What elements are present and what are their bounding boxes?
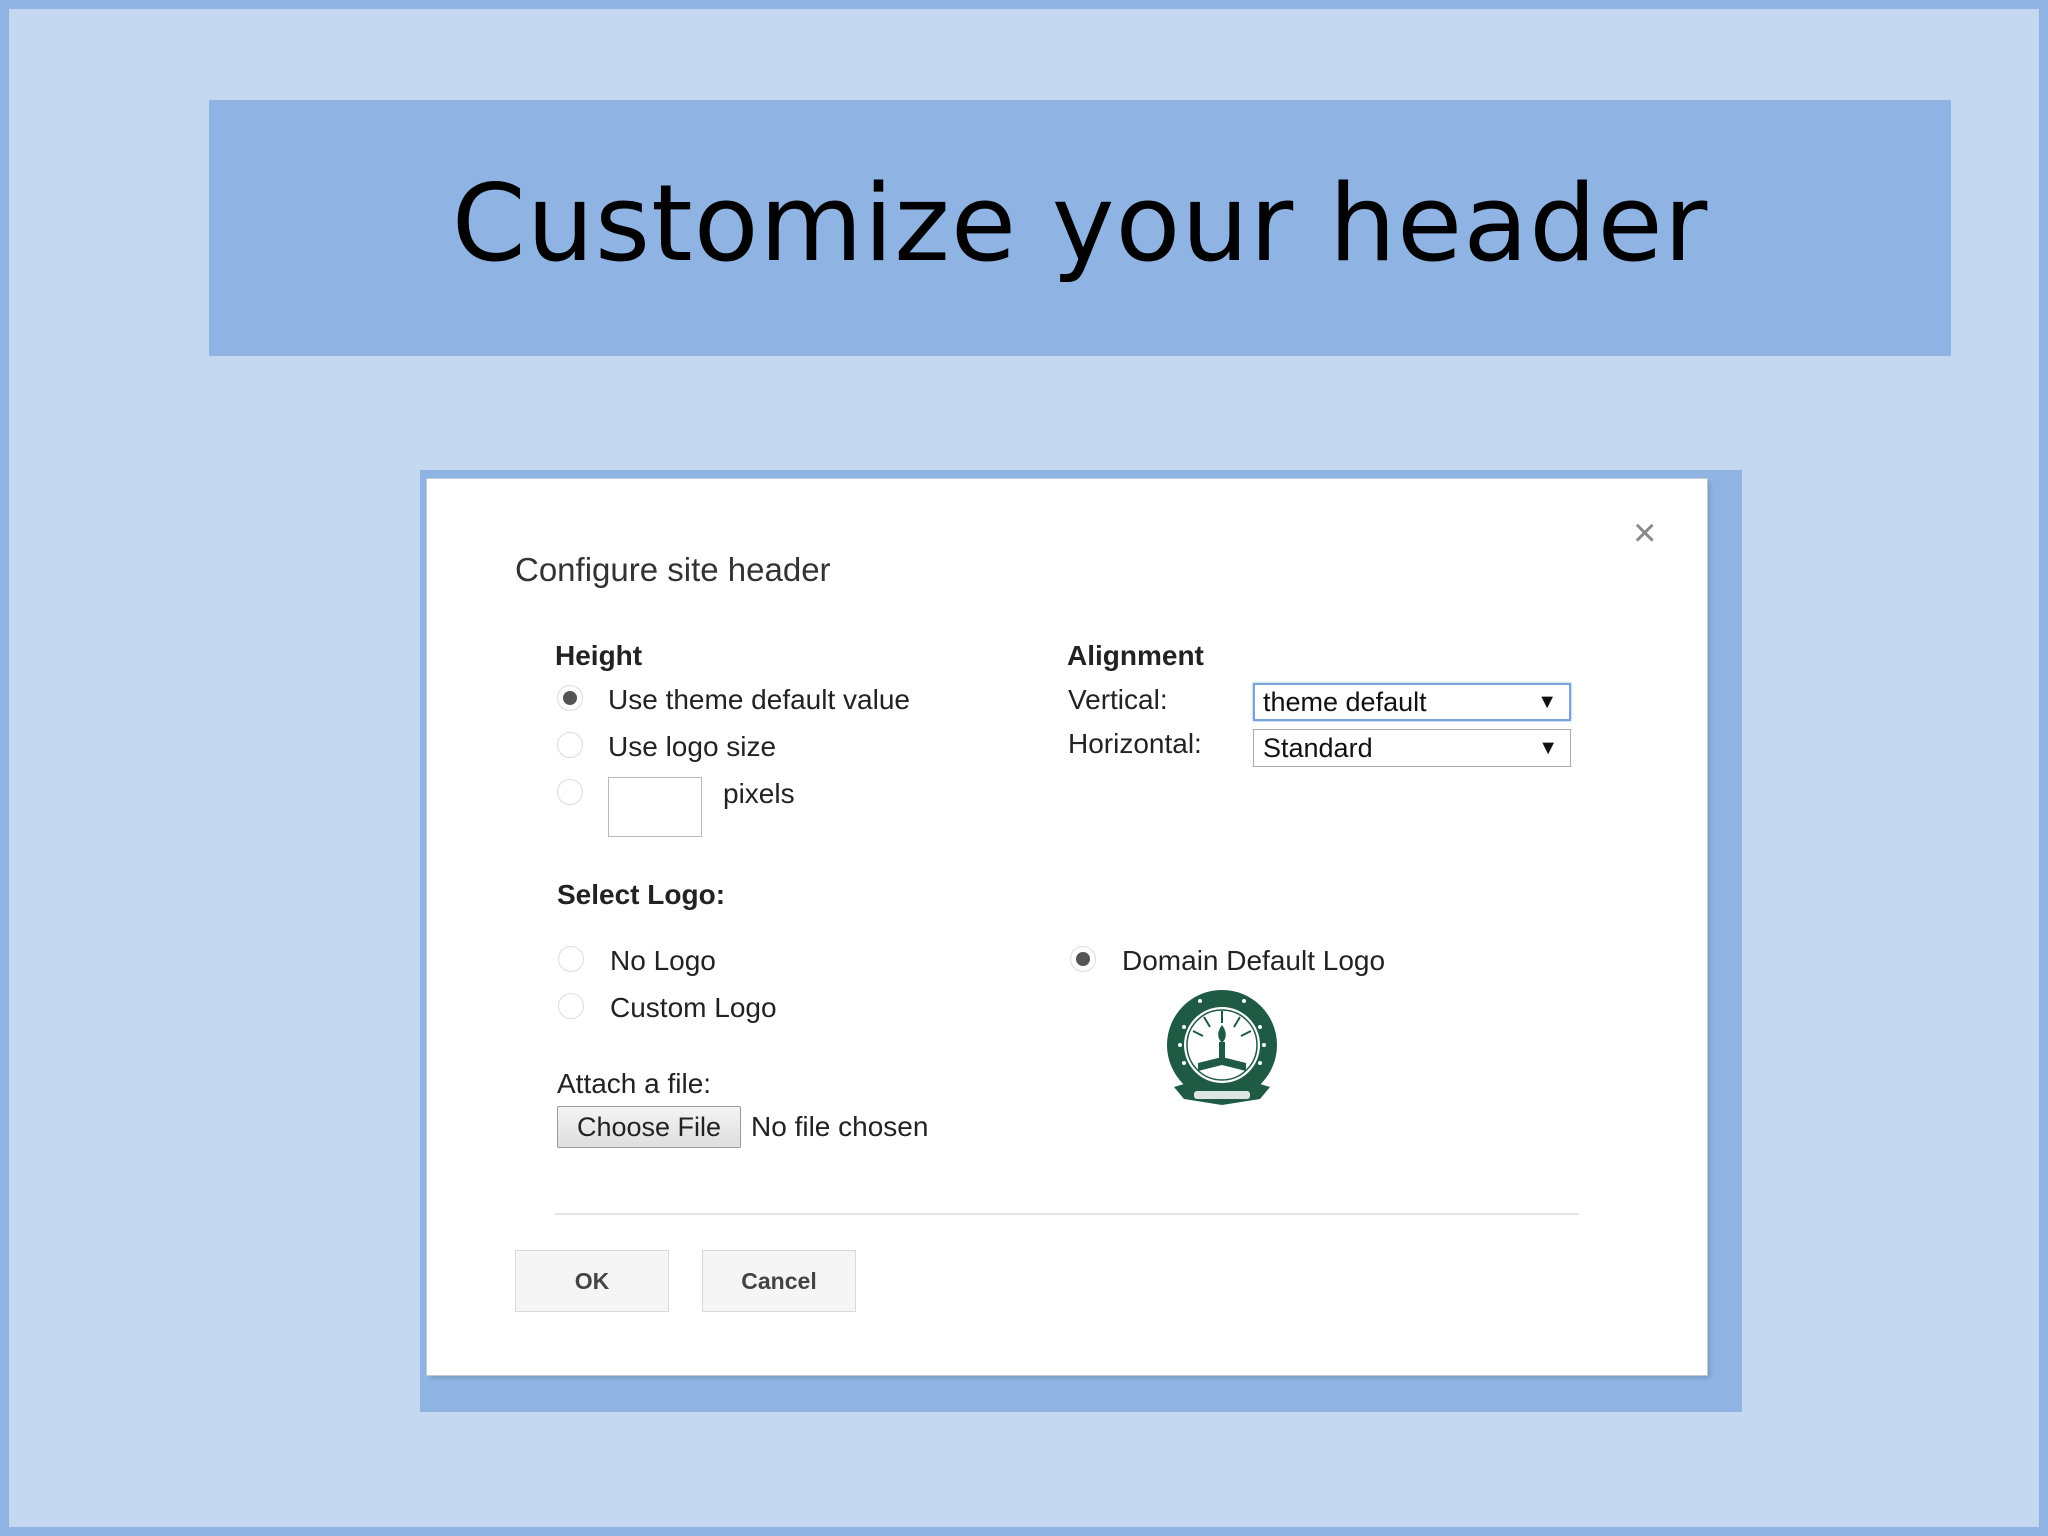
custom-logo-label: Custom Logo [610,992,777,1023]
close-icon[interactable]: × [1633,511,1656,556]
dialog-divider [555,1213,1579,1215]
height-logo-size-label: Use logo size [608,731,777,762]
domain-default-logo-radio[interactable] [1070,946,1096,972]
domain-default-logo-label: Domain Default Logo [1122,945,1386,976]
cancel-button[interactable]: Cancel [702,1250,856,1312]
slide-title: Customize your header [451,161,1709,285]
no-logo-label: No Logo [610,945,716,976]
dialog-title: Configure site header [515,551,831,588]
vertical-label: Vertical: [1068,684,1168,715]
attach-file-label: Attach a file: [557,1068,712,1099]
height-heading: Height [555,640,643,671]
select-logo-heading: Select Logo: [557,879,726,910]
configure-header-dialog: Configure site header × Height Use theme… [427,479,1707,1375]
height-theme-default-label: Use theme default value [608,684,910,715]
height-theme-default-radio[interactable] [557,685,583,711]
vertical-select-value: theme default [1263,687,1427,717]
horizontal-label: Horizontal: [1068,728,1202,759]
chevron-down-icon: ▼ [1537,691,1557,713]
ok-button[interactable]: OK [515,1250,669,1312]
school-logo-emblem [1167,990,1277,1105]
title-band: Customize your header [209,100,1951,356]
vertical-select[interactable]: theme default ▼ [1253,683,1571,721]
height-pixels-input[interactable] [608,777,702,837]
custom-logo-radio[interactable] [558,993,584,1019]
alignment-heading: Alignment [1067,640,1204,671]
height-pixels-radio[interactable] [557,779,583,805]
chevron-down-icon: ▼ [1538,737,1558,759]
horizontal-select[interactable]: Standard ▼ [1253,729,1571,767]
horizontal-select-value: Standard [1263,733,1373,763]
height-pixels-label: pixels [723,778,795,809]
file-status-text: No file chosen [751,1111,929,1142]
no-logo-radio[interactable] [558,946,584,972]
height-logo-size-radio[interactable] [557,732,583,758]
choose-file-button[interactable]: Choose File [557,1106,741,1148]
